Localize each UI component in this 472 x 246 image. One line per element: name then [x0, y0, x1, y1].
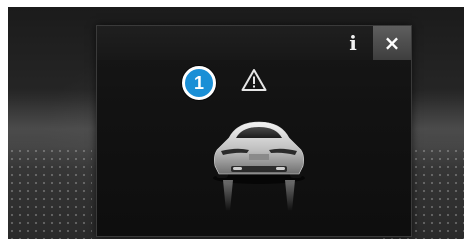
speaker-grille-left: [8, 147, 92, 239]
close-button[interactable]: ×: [373, 26, 411, 60]
warning-triangle-icon: [241, 69, 267, 91]
close-icon: ×: [383, 31, 401, 55]
callout-marker: 1: [182, 66, 216, 100]
display-screen: i × 1: [8, 7, 464, 239]
panel-top-bar: i ×: [97, 26, 411, 60]
car-rear-view-icon: [213, 121, 305, 211]
info-icon: i: [349, 31, 357, 55]
warning-panel: i × 1: [96, 25, 412, 237]
info-button[interactable]: i: [333, 26, 373, 60]
